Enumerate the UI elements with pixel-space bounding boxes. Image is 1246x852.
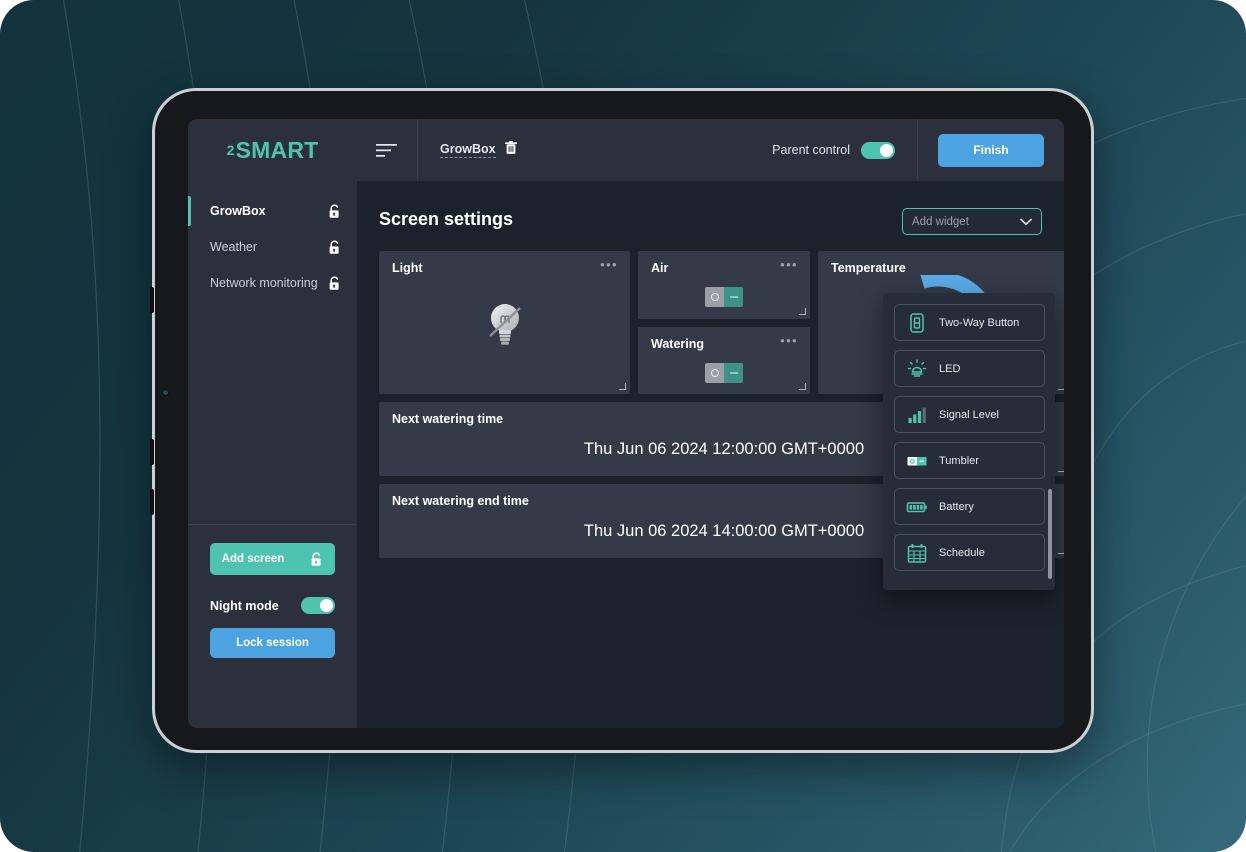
toggle-knob [880, 143, 893, 157]
widget-option-label: Schedule [939, 546, 985, 559]
unlock-icon[interactable] [328, 275, 341, 291]
bulb-off-icon[interactable] [379, 275, 630, 371]
widget-title: Light [392, 261, 423, 275]
widget-option-label: Tumbler [939, 454, 979, 467]
widget-option-battery[interactable]: Battery [894, 488, 1045, 525]
widget-option-label: Battery [939, 500, 974, 513]
top-bar: GrowBox Parent control Finish [357, 119, 1064, 181]
widget-option-signal-level[interactable]: Signal Level [894, 396, 1045, 433]
add-widget-dropdown-panel: Two-Way Button LED Signal Level Tumbler … [883, 293, 1055, 590]
add-screen-label: Add screen [221, 553, 285, 565]
content-area: Screen settings Add widget Light ••• Air… [357, 181, 1064, 728]
tablet-device: 2 SMART GrowBox Weather Network monitori… [150, 88, 1094, 753]
app-logo[interactable]: 2 SMART [188, 119, 357, 181]
night-mode-row: Night mode [210, 597, 335, 614]
schedule-icon [906, 542, 928, 564]
trash-icon[interactable] [504, 140, 517, 160]
tumbler-off-half[interactable] [705, 363, 724, 383]
add-screen-button[interactable]: Add screen [210, 543, 335, 575]
widget-option-schedule[interactable]: Schedule [894, 534, 1045, 571]
unlock-icon[interactable] [328, 239, 341, 255]
widget-option-label: Signal Level [939, 408, 999, 421]
battery-icon [906, 496, 928, 518]
widget-title: Temperature [831, 261, 906, 275]
widget-title: Next watering time [392, 412, 504, 426]
resize-handle[interactable] [799, 308, 806, 315]
night-mode-toggle[interactable] [301, 597, 335, 614]
led-icon [906, 358, 928, 380]
tumbler-icon [906, 450, 928, 472]
sidebar-item-network-monitoring[interactable]: Network monitoring [188, 265, 357, 301]
sidebar-item-label: GrowBox [210, 204, 266, 218]
kebab-icon[interactable]: ••• [780, 258, 798, 271]
night-mode-label: Night mode [210, 598, 279, 613]
resize-handle[interactable] [619, 383, 626, 390]
air-tumbler-toggle[interactable] [705, 287, 743, 307]
resize-handle[interactable] [799, 383, 806, 390]
two-way-button-icon [906, 312, 928, 334]
tumbler-on-half[interactable] [724, 287, 743, 307]
breadcrumb-screen-name[interactable]: GrowBox [440, 142, 496, 158]
parent-control-label: Parent control [772, 143, 850, 157]
add-widget-select[interactable]: Add widget [902, 208, 1042, 235]
logo-name: SMART [235, 136, 319, 163]
device-button-volume-down[interactable] [150, 439, 154, 465]
parent-control-row: Parent control [772, 119, 918, 181]
toggle-knob [320, 599, 333, 612]
sidebar-divider [188, 524, 357, 525]
power-icon [710, 369, 719, 377]
sidebar-bottom-controls: Add screen Night mode Lock session [188, 543, 357, 658]
widget-header: Air ••• [638, 251, 810, 275]
sidebar-item-growbox[interactable]: GrowBox [188, 193, 357, 229]
dash-icon [729, 372, 738, 374]
resize-handle[interactable] [1058, 383, 1064, 390]
widget-option-label: Two-Way Button [939, 316, 1020, 329]
hamburger-icon[interactable] [357, 119, 418, 181]
widget-option-label: LED [939, 362, 961, 375]
chevron-down-icon [1020, 213, 1032, 231]
sidebar-item-weather[interactable]: Weather [188, 229, 357, 265]
unlock-icon [310, 551, 323, 567]
app-screen: 2 SMART GrowBox Weather Network monitori… [188, 119, 1064, 728]
widget-option-led[interactable]: LED [894, 350, 1045, 387]
widget-option-two-way-button[interactable]: Two-Way Button [894, 304, 1045, 341]
tumbler-off-half[interactable] [705, 287, 724, 307]
dropdown-scrollbar-thumb[interactable] [1048, 489, 1052, 579]
finish-button[interactable]: Finish [938, 133, 1044, 167]
sidebar-nav: GrowBox Weather Network monitoring [188, 181, 357, 301]
widget-header: Watering ••• [638, 327, 810, 351]
breadcrumb: GrowBox [418, 140, 517, 160]
logo-superscript: 2 [226, 142, 235, 158]
kebab-icon[interactable]: ••• [780, 334, 798, 347]
widget-light[interactable]: Light ••• [379, 251, 630, 394]
signal-level-icon [906, 404, 928, 426]
kebab-icon[interactable]: ••• [600, 258, 618, 271]
device-button-power[interactable] [150, 489, 154, 515]
sidebar-item-label: Weather [210, 240, 258, 254]
widget-title: Watering [651, 337, 705, 351]
lock-session-button[interactable]: Lock session [210, 628, 335, 658]
widget-title: Air [651, 261, 669, 275]
main-area: GrowBox Parent control Finish Screen set… [357, 119, 1064, 728]
dash-icon [729, 296, 738, 298]
power-icon [710, 293, 719, 301]
widget-watering[interactable]: Watering ••• [638, 327, 810, 394]
unlock-icon[interactable] [328, 203, 341, 219]
watering-tumbler-toggle[interactable] [705, 363, 743, 383]
add-widget-placeholder: Add widget [912, 215, 969, 228]
tumbler-on-half[interactable] [724, 363, 743, 383]
widget-header: Light ••• [379, 251, 630, 275]
sidebar-item-label: Network monitoring [210, 276, 318, 290]
widget-air[interactable]: Air ••• [638, 251, 810, 319]
widget-title: Next watering end time [392, 494, 529, 508]
widget-header: Temperature [818, 251, 1064, 275]
device-camera [162, 389, 169, 396]
widget-option-tumbler[interactable]: Tumbler [894, 442, 1045, 479]
page-title: Screen settings [379, 209, 514, 229]
device-button-volume-up[interactable] [150, 287, 154, 313]
resize-handle[interactable] [1058, 547, 1064, 554]
sidebar: 2 SMART GrowBox Weather Network monitori… [188, 119, 357, 728]
resize-handle[interactable] [1058, 465, 1064, 472]
parent-control-toggle[interactable] [861, 141, 895, 159]
